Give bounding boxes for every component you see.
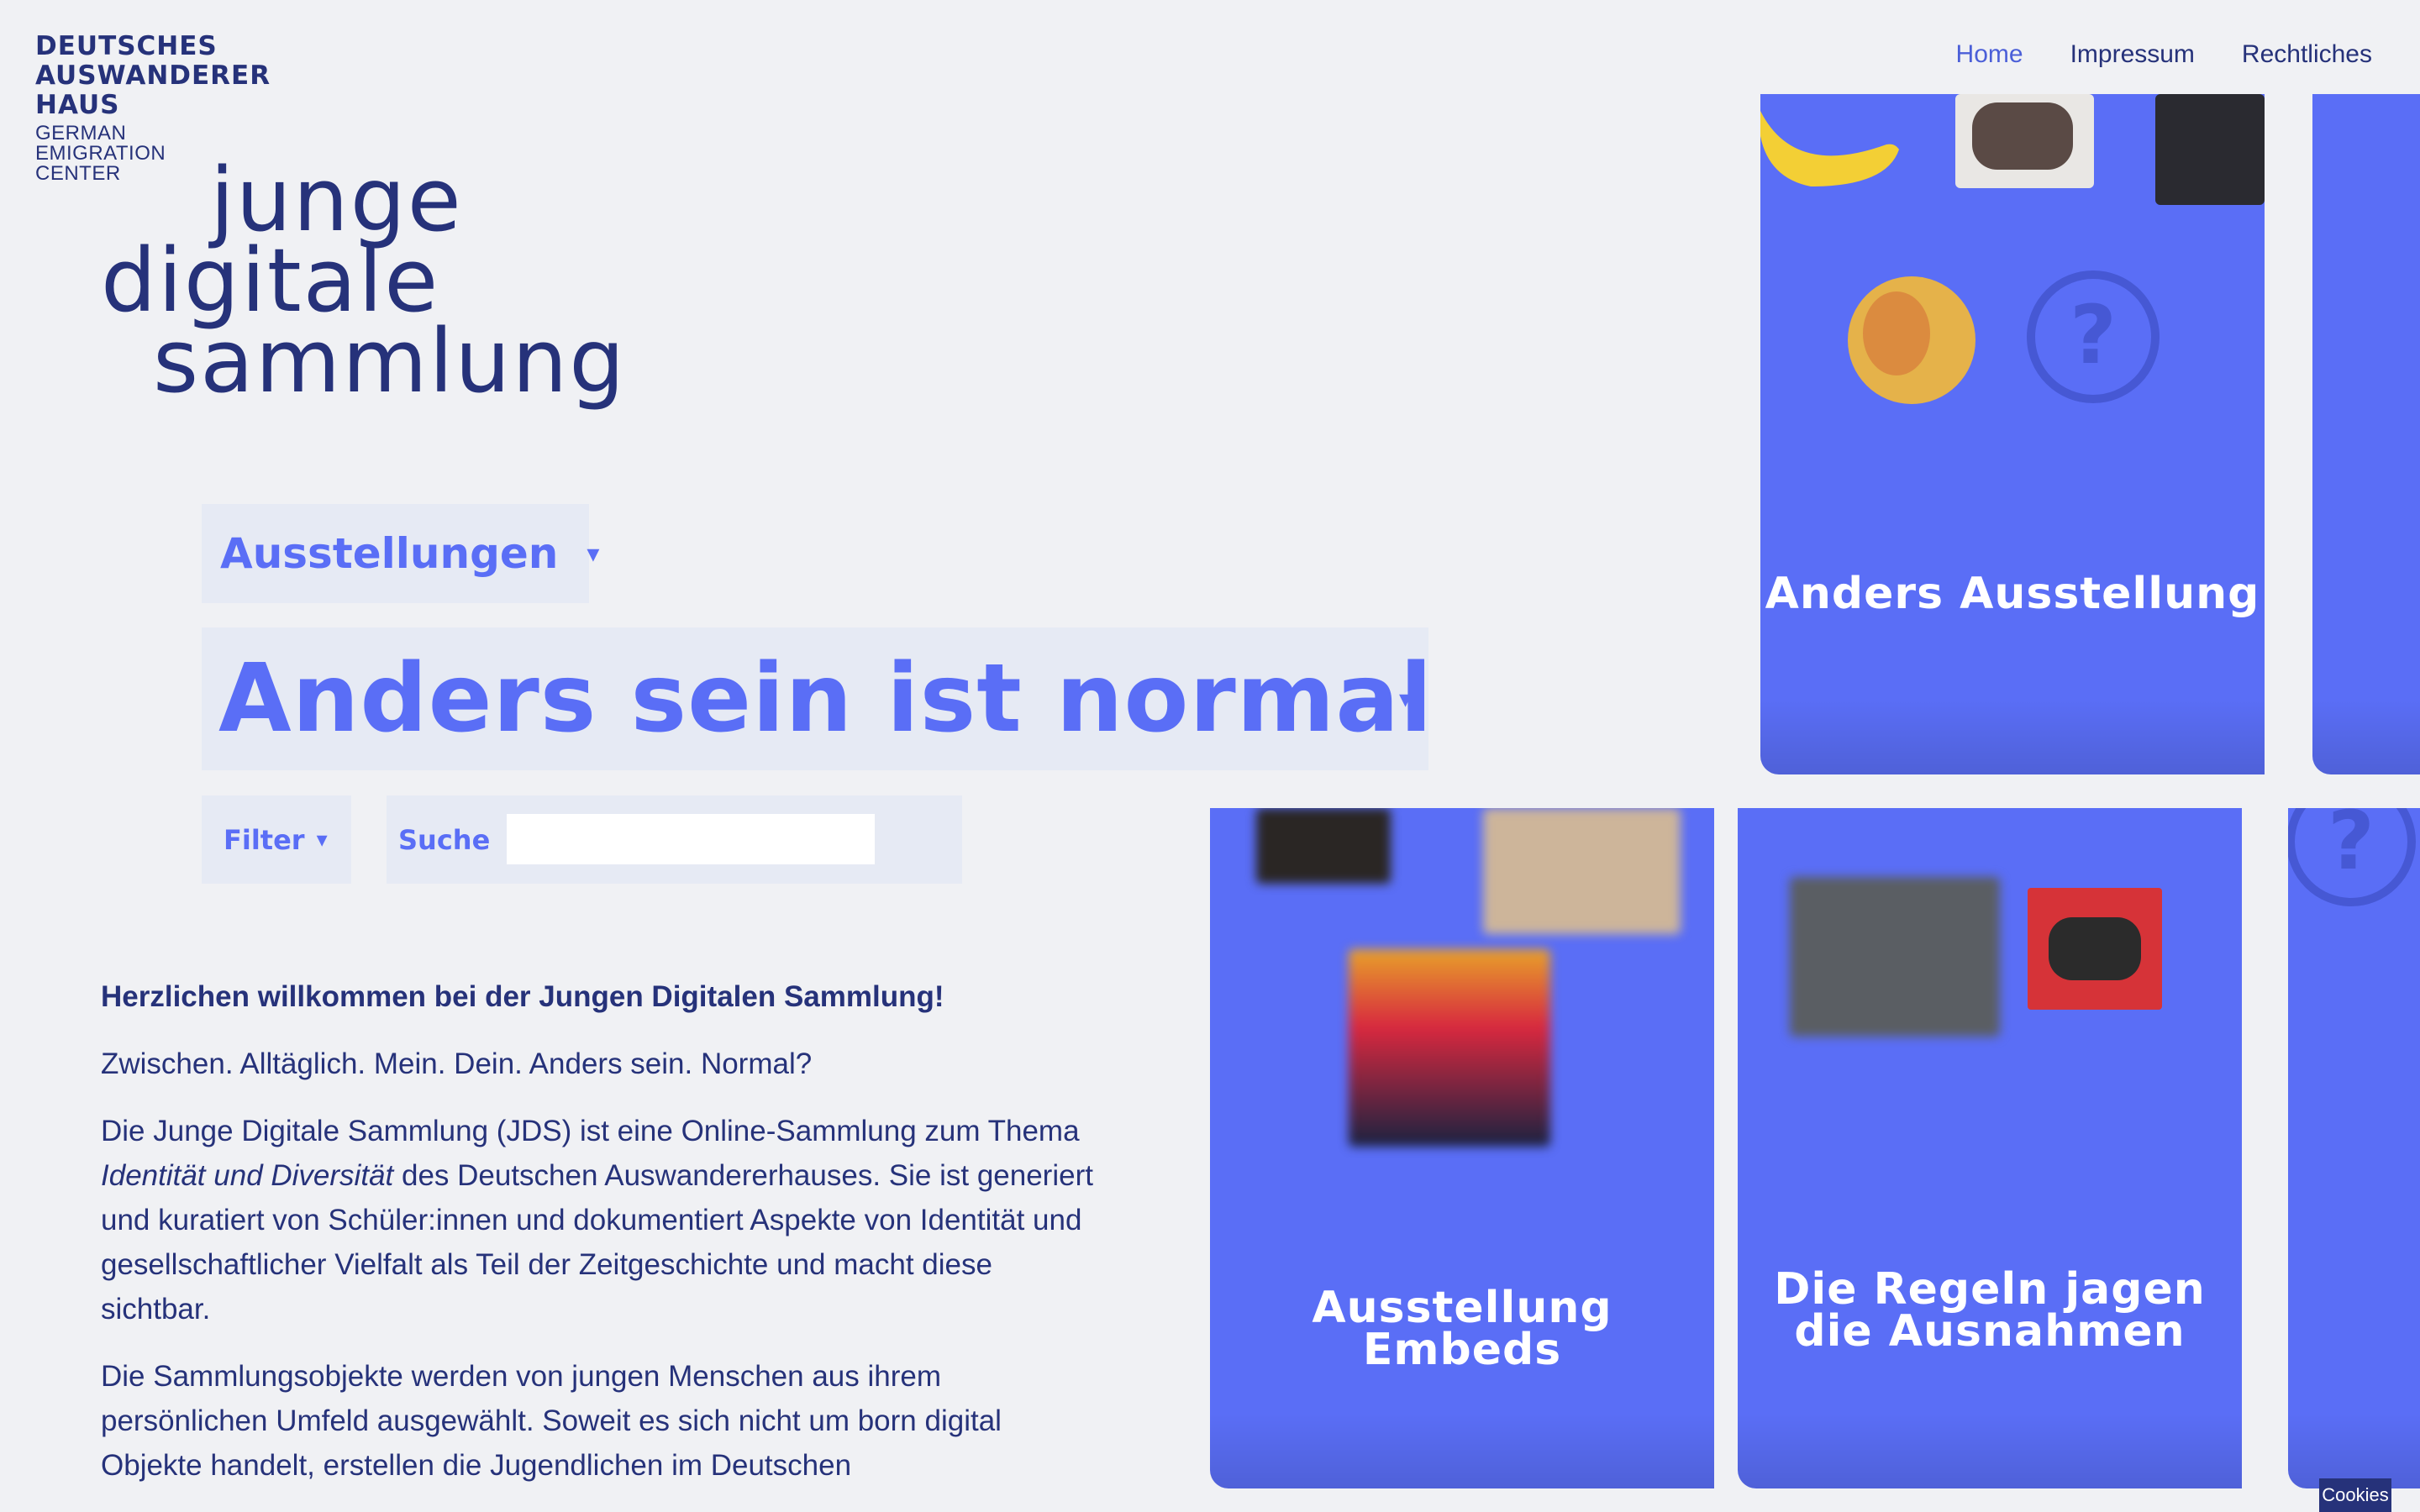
logo-name: DEUTSCHES AUSWANDERER HAUS <box>35 32 271 120</box>
filter-toggle[interactable]: Filter ▾ <box>202 795 351 884</box>
svg-text:?: ? <box>2070 288 2117 382</box>
exhibition-card-partial[interactable] <box>2312 94 2420 774</box>
cookies-button[interactable]: Cookies <box>2319 1478 2391 1512</box>
category-select-value: Ausstellungen <box>220 529 559 578</box>
card-shade <box>1760 699 2265 774</box>
brand-line: junge <box>210 149 463 251</box>
video-thumbnail-image <box>1790 877 2000 1037</box>
filter-label: Filter <box>224 823 305 856</box>
logo-line: GERMAN <box>35 122 127 144</box>
gamepad-box-image <box>1955 94 2094 188</box>
chevron-down-icon: ▾ <box>316 827 328 852</box>
nav-rechtliches[interactable]: Rechtliches <box>2242 40 2372 69</box>
nav-home[interactable]: Home <box>1956 40 2023 69</box>
card-title: Ausstellung Embeds <box>1312 1283 1612 1375</box>
intro-heading: Herzlichen willkommen bei der Jungen Dig… <box>101 980 944 1013</box>
nav-impressum[interactable]: Impressum <box>2070 40 2195 69</box>
search-box: Suche <box>387 795 962 884</box>
exhibition-select[interactable]: Anders sein ist normal ▾ <box>202 627 1432 770</box>
intro-emphasis: Identität und Diversität <box>101 1159 394 1192</box>
card-shade <box>2288 1413 2420 1488</box>
card-shade <box>2312 699 2420 774</box>
intro-paragraph: Die Sammlungsobjekte werden von jungen M… <box>101 1360 1002 1482</box>
brand-wordmark: junge digitale sammlung <box>101 149 627 412</box>
chevron-down-icon: ▾ <box>587 539 600 568</box>
card-title: Die Regeln jagen die Ausnahmen <box>1774 1264 2206 1357</box>
logo-line: DEUTSCHES <box>35 31 218 61</box>
question-icon: ? <box>2027 270 2160 403</box>
apple-icon <box>1848 276 1975 404</box>
card-shade <box>1738 1413 2242 1488</box>
search-input[interactable] <box>507 814 875 864</box>
exhibition-card-partial[interactable]: ? <box>2288 808 2420 1488</box>
logo-line: AUSWANDERER <box>35 60 271 91</box>
exhibition-card[interactable]: ? Anders Ausstellung <box>1760 94 2265 774</box>
card-title: Anders Ausstellung <box>1765 569 2260 619</box>
chevron-down-icon: ▾ <box>1398 685 1412 713</box>
intro-text-part: Die Junge Digitale Sammlung (JDS) ist ei… <box>101 1115 1080 1147</box>
poster-thumbnail-image <box>1349 949 1550 1147</box>
card-shade <box>1210 1413 1714 1488</box>
movie-poster-image <box>2155 94 2265 205</box>
question-icon: ? <box>2288 808 2416 906</box>
search-label: Suche <box>398 823 491 856</box>
banana-icon <box>1760 111 1899 186</box>
exhibition-select-value: Anders sein ist normal <box>218 644 1434 753</box>
gamepad-box-image <box>2028 888 2162 1010</box>
main-nav: Home Impressum Rechtliches <box>1956 40 2372 69</box>
category-select[interactable]: Ausstellungen ▾ <box>202 504 599 603</box>
brand-line: sammlung <box>153 310 627 412</box>
intro-tagline: Zwischen. Alltäglich. Mein. Dein. Anders… <box>101 1047 813 1080</box>
exhibition-card[interactable]: Ausstellung Embeds <box>1210 808 1714 1488</box>
intro-paragraph: Die Junge Digitale Sammlung (JDS) ist ei… <box>101 1109 1109 1331</box>
exhibition-card[interactable]: Die Regeln jagen die Ausnahmen <box>1738 808 2242 1488</box>
intro-text: Herzlichen willkommen bei der Jungen Dig… <box>101 974 1109 1510</box>
brand-line: digitale <box>101 229 440 332</box>
svg-text:?: ? <box>2328 808 2375 888</box>
video-thumbnail-image <box>1256 808 1391 884</box>
logo-line: HAUS <box>35 90 120 120</box>
photo-thumbnail-image <box>1483 808 1681 934</box>
